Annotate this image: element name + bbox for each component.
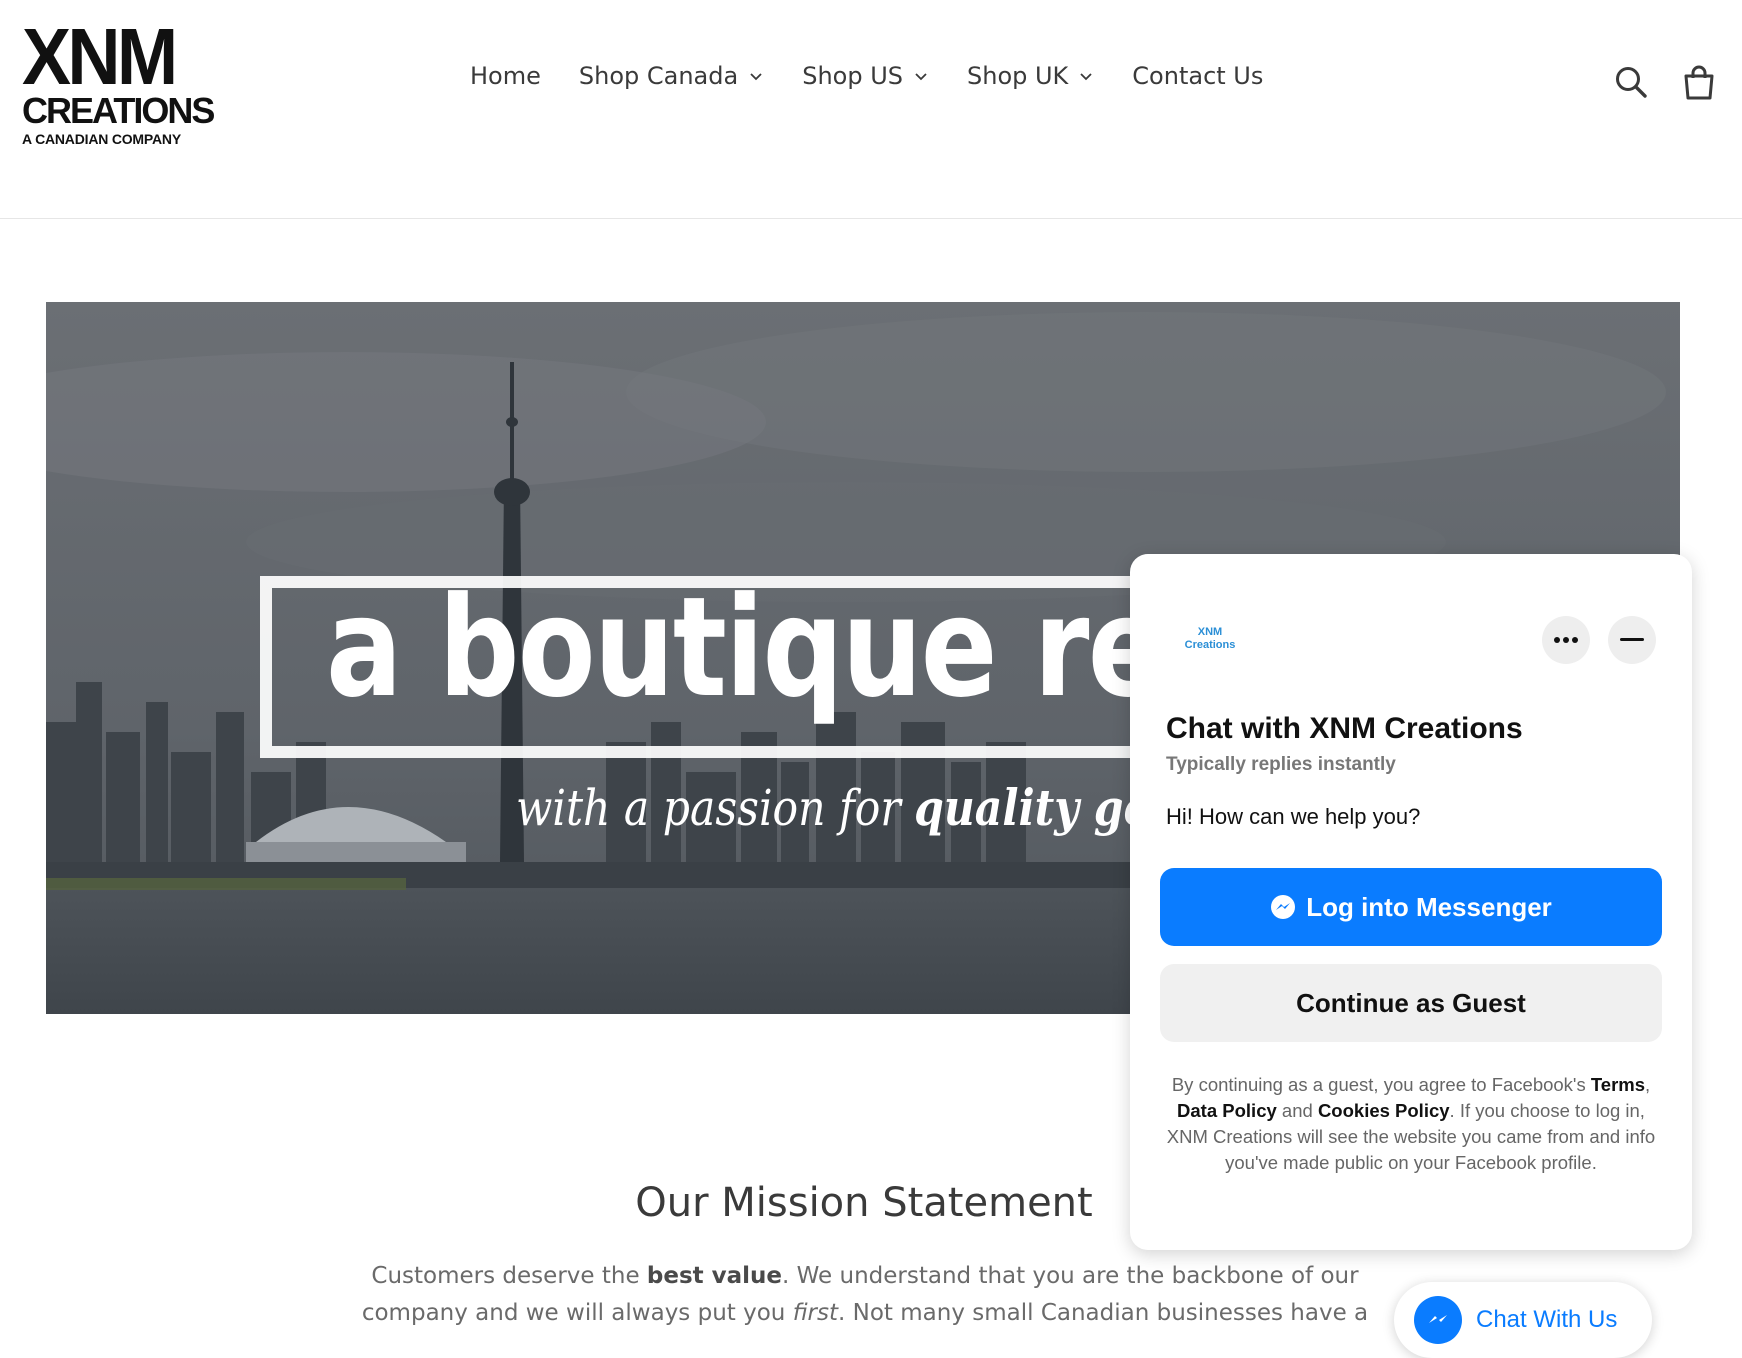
mission-text-part: Customers deserve the <box>371 1263 647 1289</box>
mission-text-italic: first <box>792 1300 839 1326</box>
nav-shop-canada-label: Shop Canada <box>578 62 739 90</box>
chevron-down-icon <box>750 73 762 81</box>
chat-legal-text: By continuing as a guest, you agree to F… <box>1160 1072 1662 1176</box>
messenger-icon <box>1414 1296 1462 1344</box>
mission-text-part: . Not many small Canadian businesses hav… <box>838 1300 1369 1326</box>
cart-icon[interactable] <box>1682 64 1716 100</box>
nav-shop-uk-label: Shop UK <box>967 62 1069 90</box>
mission-text-bold: best value <box>646 1263 783 1289</box>
chat-with-us-label: Chat With Us <box>1476 1306 1618 1333</box>
legal-text: By continuing as a guest, you agree to F… <box>1171 1074 1591 1095</box>
site-logo[interactable]: XNM CREATIONS A CANADIAN COMPANY <box>22 12 215 150</box>
hero-subtitle: with a passion for quality go <box>516 778 1152 837</box>
nav-home-label: Home <box>470 62 541 90</box>
nav-shop-uk[interactable]: Shop UK <box>967 62 1094 90</box>
legal-text: and <box>1276 1100 1318 1121</box>
chat-more-options-button[interactable] <box>1542 616 1590 664</box>
nav-contact-us-label: Contact Us <box>1132 62 1264 90</box>
cookies-policy-link[interactable]: Cookies Policy <box>1318 1100 1450 1121</box>
nav-home[interactable]: Home <box>470 62 541 90</box>
hero-subtitle-regular: with a passion for <box>516 779 915 837</box>
chat-brand-logo: XNM Creations <box>1170 626 1250 652</box>
chat-subtitle: Typically replies instantly <box>1166 754 1396 775</box>
search-icon[interactable] <box>1614 64 1648 100</box>
log-into-messenger-button[interactable]: Log into Messenger <box>1160 868 1662 946</box>
terms-link[interactable]: Terms <box>1591 1074 1645 1095</box>
logo-line1: XNM <box>22 12 178 101</box>
header-actions <box>1614 64 1716 100</box>
nav-contact-us[interactable]: Contact Us <box>1132 62 1263 90</box>
chat-brand-line2: Creations <box>1184 639 1236 651</box>
continue-as-guest-label: Continue as Guest <box>1296 987 1526 1018</box>
site-header: XNM CREATIONS A CANADIAN COMPANY Home Sh… <box>0 0 1742 219</box>
chevron-down-icon <box>1080 73 1092 81</box>
minimize-icon <box>1620 638 1644 641</box>
continue-as-guest-button[interactable]: Continue as Guest <box>1160 964 1662 1042</box>
hero-subtitle-bold: quality go <box>914 778 1152 837</box>
chevron-down-icon <box>915 73 927 81</box>
nav-shop-us-label: Shop US <box>802 62 903 90</box>
chat-greeting: Hi! How can we help you? <box>1166 804 1421 829</box>
chat-title: Chat with XNM Creations <box>1166 712 1523 745</box>
chat-brand-line1: XNM <box>1197 626 1223 638</box>
chat-with-us-button[interactable]: Chat With Us <box>1394 1282 1652 1358</box>
main-nav: Home Shop Canada Shop US Shop UK Contact… <box>470 62 1301 90</box>
messenger-chat-panel: XNM Creations Chat with XNM Creations Ty… <box>1130 554 1692 1250</box>
log-into-messenger-label: Log into Messenger <box>1306 891 1552 922</box>
logo-tagline: A CANADIAN COMPANY <box>22 131 181 147</box>
nav-shop-us[interactable]: Shop US <box>802 62 929 90</box>
legal-text: , <box>1645 1074 1651 1095</box>
nav-shop-canada[interactable]: Shop Canada <box>579 62 764 90</box>
mission-text: Customers deserve the best value. We und… <box>330 1258 1400 1332</box>
hero-title: a boutique ret <box>326 567 1217 728</box>
more-options-icon <box>1554 637 1578 643</box>
messenger-icon <box>1271 895 1296 919</box>
data-policy-link[interactable]: Data Policy <box>1177 1100 1277 1121</box>
chat-minimize-button[interactable] <box>1608 616 1656 664</box>
